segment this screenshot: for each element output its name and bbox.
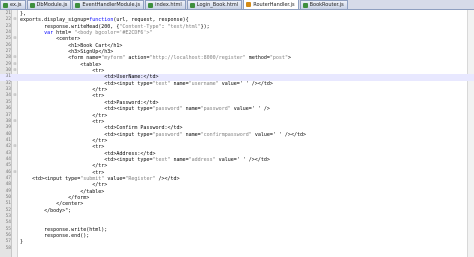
tab-routerhandler-js[interactable]: RouterHandler.js	[243, 0, 299, 9]
tab-bar: ex.js DbModule.js EventHandlerModule.js ind…	[0, 0, 474, 10]
file-icon	[29, 2, 35, 8]
tab-label: EventHandlerModule.js	[82, 2, 141, 8]
tab-ex-js[interactable]: ex.js	[0, 0, 26, 9]
code-editor[interactable]: 21}, 22 ⊟ exports.display_signup=function(u…	[0, 11, 474, 252]
tab-label: BookRouter.js	[309, 2, 344, 8]
tab-label: RouterHandler.js	[253, 1, 295, 8]
file-icon	[148, 2, 154, 8]
tab-label: ex.js	[10, 2, 22, 8]
tab-label: DbModule.js	[36, 2, 68, 8]
tab-label: Login_Book.html	[196, 2, 239, 8]
tab-login-book-html[interactable]: Login_Book.html	[186, 0, 243, 9]
tab-dbmodule-js[interactable]: DbModule.js	[26, 0, 72, 9]
code-line[interactable]: 58	[0, 246, 474, 252]
file-icon	[3, 2, 8, 8]
tab-index-html[interactable]: index.html	[145, 0, 186, 9]
line-number: 58	[5, 245, 11, 251]
file-icon	[302, 2, 308, 8]
file-icon	[75, 2, 81, 8]
file-icon	[246, 2, 252, 7]
tab-eventhandlermodule-js[interactable]: EventHandlerModule.js	[72, 0, 145, 9]
tab-label: index.html	[155, 2, 182, 8]
file-icon	[189, 2, 195, 8]
tab-bookrouter-js[interactable]: BookRouter.js	[299, 0, 348, 9]
